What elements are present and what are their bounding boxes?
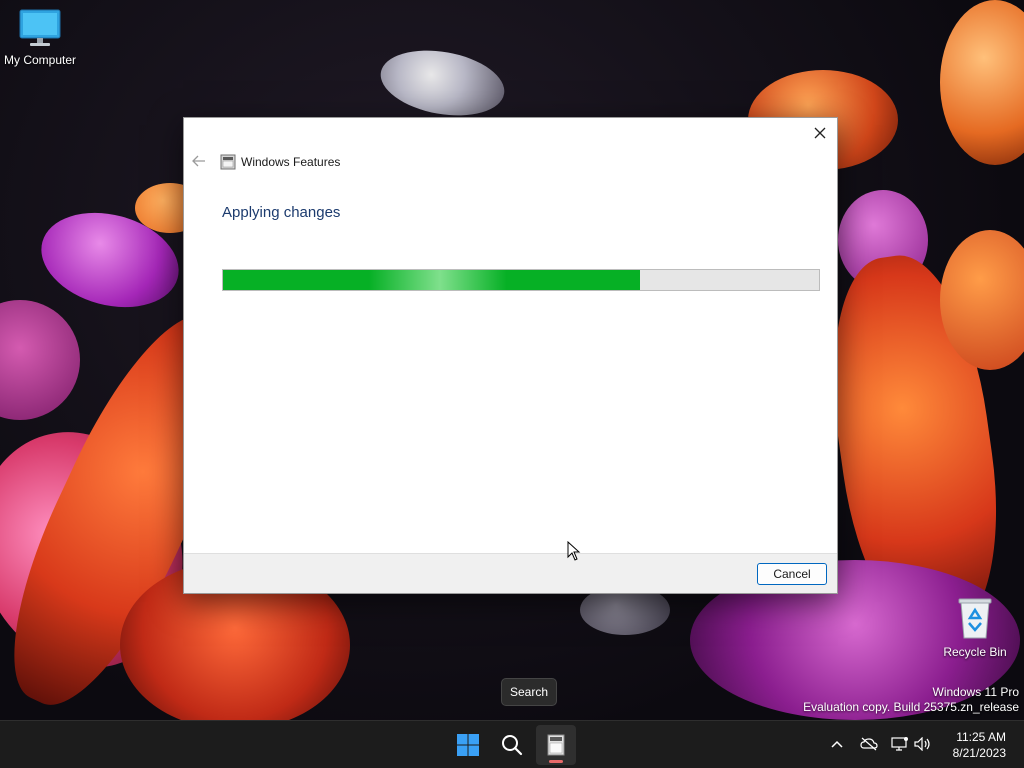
close-button[interactable] [807,121,833,145]
cancel-button[interactable]: Cancel [757,563,827,585]
clock-date: 8/21/2023 [952,746,1006,760]
windows-features-icon [547,734,565,756]
dialog-footer: Cancel [184,553,837,593]
network-icon [891,737,908,751]
chevron-up-icon [831,740,843,748]
volume-button[interactable] [914,735,932,753]
clock-time: 11:25 AM [956,730,1006,744]
desktop-icon-recycle-bin[interactable]: Recycle Bin [935,596,1015,659]
show-hidden-icons-button[interactable] [828,735,846,753]
dialog-title: Windows Features [241,155,341,169]
volume-icon [914,737,930,751]
mouse-pointer-icon [567,541,581,561]
progress-fill [223,270,641,290]
active-app-indicator [549,760,563,763]
windows-logo-icon [457,734,479,756]
wallpaper-blob [375,41,510,125]
desktop-icon-my-computer[interactable]: My Computer [0,8,80,67]
system-clock[interactable]: 11:25 AM 8/21/2023 [953,729,1006,761]
taskbar-windows-features[interactable] [536,725,576,765]
progress-bar [222,269,820,291]
status-heading: Applying changes [222,204,341,221]
back-arrow-icon [192,155,205,167]
network-button[interactable] [891,735,909,753]
recycle-bin-icon [958,598,992,639]
desktop-icon-label: Recycle Bin [943,645,1007,659]
watermark-line-2: Evaluation copy. Build 25375.zn_release [803,700,1019,714]
desktop-icon-label: My Computer [3,53,77,67]
start-button[interactable] [448,725,488,765]
onedrive-status-button[interactable] [860,735,878,753]
evaluation-watermark: Windows 11 Pro Evaluation copy. Build 25… [803,685,1019,715]
windows-features-dialog: Windows Features Applying changes Cancel [183,117,838,594]
search-button[interactable] [492,725,532,765]
search-tooltip: Search [501,678,557,706]
wallpaper-blob [940,0,1024,165]
watermark-line-1: Windows 11 Pro [932,685,1019,699]
wallpaper-blob [0,300,80,420]
taskbar: 11:25 AM 8/21/2023 [0,720,1024,768]
windows-features-icon [220,154,236,170]
search-icon [502,735,523,756]
monitor-icon [19,9,61,46]
onedrive-icon [860,737,878,751]
back-button[interactable] [190,152,208,170]
close-icon [814,127,826,139]
